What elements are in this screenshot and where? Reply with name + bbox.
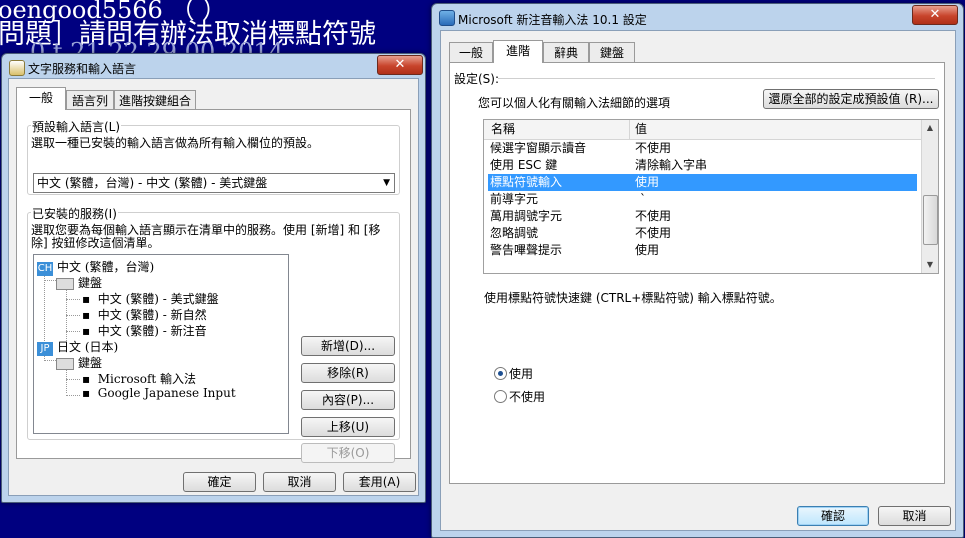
advanced-tab-pane: 設定(S): 您可以個人化有關輸入法細節的選項 還原全部的設定成預設值 (R).… — [449, 62, 945, 484]
right-close-button[interactable]: ✕ — [912, 5, 958, 25]
scroll-thumb[interactable] — [923, 195, 938, 245]
ime-app-icon — [439, 10, 455, 26]
tree-item-ms-ime[interactable]: ▪ Microsoft 輸入法 — [82, 370, 196, 387]
grid-row-name: 警告嗶聲提示 — [490, 243, 563, 257]
grid-row-name: 標點符號輸入 — [490, 175, 563, 189]
tree-keyboard-chinese-label: 鍵盤 — [78, 276, 103, 290]
radio-selected-dot — [498, 371, 503, 376]
text-services-dialog: 文字服務和輸入語言 ✕ 一般 語言列 進階按鍵組合 預設輸入語言(L) 選取一種… — [1, 53, 426, 503]
settings-desc: 您可以個人化有關輸入法細節的選項 — [478, 96, 671, 110]
grid-row[interactable]: 候選字窗顯示讀音 不使用 — [484, 140, 921, 157]
radio-use[interactable] — [494, 367, 507, 380]
grid-row-value: 使用 — [635, 175, 660, 189]
grid-row-name: 前導字元 — [490, 192, 539, 206]
grid-row[interactable]: 警告嗶聲提示 使用 — [484, 242, 921, 259]
grid-row-selected[interactable]: 標點符號輸入 使用 — [488, 174, 917, 191]
tree-item-new-phonetic[interactable]: ▪ 中文 (繁體) - 新注音 — [82, 322, 207, 339]
reset-defaults-button[interactable]: 還原全部的設定成預設值 (R)... — [763, 89, 939, 109]
installed-services-tree[interactable]: CH 中文 (繁體，台灣) 鍵盤 ▪ 中文 (繁體) - 美式鍵盤 ▪ 中文 (繁… — [33, 254, 289, 434]
right-client-area: 一般 進階 辭典 鍵盤 設定(S): 您可以個人化有關輸入法細節的選項 還原全部… — [440, 30, 956, 531]
right-window-title: Microsoft 新注音輸入法 10.1 設定 — [458, 13, 647, 27]
default-language-value: 中文 (繁體，台灣) - 中文 (繁體) - 美式鍵盤 — [37, 176, 268, 190]
tree-lang-chinese-label: 中文 (繁體，台灣) — [57, 260, 155, 274]
cancel-button[interactable]: 取消 — [263, 472, 336, 492]
grid-row-name: 忽略調號 — [490, 226, 539, 240]
grid-header-name[interactable]: 名稱 — [491, 120, 515, 139]
lang-ch-icon: CH — [37, 262, 53, 276]
installed-services-desc-2: 除] 按鈕修改這個清單。 — [31, 236, 160, 250]
tree-keyboard-japanese[interactable]: 鍵盤 — [56, 354, 102, 371]
move-up-button[interactable]: 上移(U) — [301, 417, 395, 437]
grid-row-name: 候選字窗顯示讀音 — [490, 141, 587, 155]
settings-label: 設定(S): — [454, 72, 500, 86]
left-close-button[interactable]: ✕ — [377, 55, 423, 75]
settings-separator — [498, 78, 935, 79]
settings-grid[interactable]: 名稱 值 候選字窗顯示讀音 不使用 使用 ESC 鍵 清除輸入字串 標點符號輸入… — [483, 119, 939, 274]
tree-lang-japanese-label: 日文 (日本) — [57, 340, 119, 354]
grid-row-name: 使用 ESC 鍵 — [490, 158, 558, 172]
tree-item-us-keyboard-label: 中文 (繁體) - 美式鍵盤 — [97, 292, 219, 306]
default-language-select[interactable]: 中文 (繁體，台灣) - 中文 (繁體) - 美式鍵盤 ▼ — [33, 173, 395, 193]
tab-ime-dictionary[interactable]: 辭典 — [543, 42, 589, 62]
radio-not-use[interactable] — [494, 390, 507, 403]
keyboard-app-icon — [9, 60, 25, 76]
general-tab-pane: 預設輸入語言(L) 選取一種已安裝的輸入語言做為所有輸入欄位的預設。 中文 (繁… — [16, 109, 411, 463]
default-language-desc: 選取一種已安裝的輸入語言做為所有輸入欄位的預設。 — [31, 136, 320, 150]
tree-item-ms-ime-label: Microsoft 輸入法 — [97, 372, 197, 386]
grid-scrollbar[interactable]: ▲ ▼ — [921, 120, 938, 273]
left-titlebar[interactable]: 文字服務和輸入語言 ✕ — [2, 54, 425, 80]
tab-ime-advanced[interactable]: 進階 — [493, 40, 543, 63]
grid-row[interactable]: 萬用調號字元 不使用 — [484, 208, 921, 225]
add-button[interactable]: 新增(D)... — [301, 336, 395, 356]
chevron-down-icon: ▼ — [383, 178, 390, 188]
installed-services-label: 已安裝的服務(I) — [31, 205, 118, 222]
tab-general[interactable]: 一般 — [16, 87, 66, 110]
tree-item-google-ime[interactable]: ▪ Google Japanese Input — [82, 386, 236, 400]
option-description: 使用標點符號快速鍵 (CTRL+標點符號) 輸入標點符號。 — [484, 291, 782, 305]
keyboard-icon — [56, 277, 74, 290]
grid-row-value: ` — [640, 192, 646, 206]
remove-button[interactable]: 移除(R) — [301, 363, 395, 383]
tree-keyboard-chinese[interactable]: 鍵盤 — [56, 274, 102, 291]
left-window-title: 文字服務和輸入語言 — [28, 62, 137, 76]
grid-row-value: 不使用 — [635, 141, 672, 155]
grid-header: 名稱 值 — [484, 120, 921, 140]
ime-settings-dialog: Microsoft 新注音輸入法 10.1 設定 ✕ 一般 進階 辭典 鍵盤 設… — [431, 3, 964, 538]
grid-row-value: 清除輸入字串 — [635, 158, 708, 172]
left-client-area: 一般 語言列 進階按鍵組合 預設輸入語言(L) 選取一種已安裝的輸入語言做為所有… — [8, 78, 419, 496]
tree-item-google-ime-label: Google Japanese Input — [97, 386, 236, 400]
confirm-button[interactable]: 確認 — [797, 506, 869, 526]
scroll-up-arrow-icon[interactable]: ▲ — [922, 120, 938, 136]
grid-row-value: 不使用 — [635, 226, 672, 240]
lang-jp-icon: JP — [37, 342, 53, 356]
tab-ime-keyboard[interactable]: 鍵盤 — [589, 42, 635, 62]
tree-item-new-phonetic-label: 中文 (繁體) - 新注音 — [97, 324, 207, 338]
radio-use-label[interactable]: 使用 — [509, 365, 533, 382]
right-titlebar[interactable]: Microsoft 新注音輸入法 10.1 設定 ✕ — [432, 4, 963, 30]
default-language-label: 預設輸入語言(L) — [31, 118, 122, 135]
grid-row[interactable]: 忽略調號 不使用 — [484, 225, 921, 242]
grid-row-value: 使用 — [635, 243, 660, 257]
tree-item-new-natural[interactable]: ▪ 中文 (繁體) - 新自然 — [82, 306, 207, 323]
tab-language-bar[interactable]: 語言列 — [66, 90, 114, 110]
grid-row[interactable]: 前導字元 ` — [484, 191, 921, 208]
move-down-button[interactable]: 下移(O) — [301, 443, 395, 463]
tree-item-new-natural-label: 中文 (繁體) - 新自然 — [97, 308, 207, 322]
ime-cancel-button[interactable]: 取消 — [878, 506, 951, 526]
tree-keyboard-japanese-label: 鍵盤 — [78, 356, 103, 370]
tab-advanced-keys[interactable]: 進階按鍵組合 — [114, 90, 196, 110]
grid-row[interactable]: 使用 ESC 鍵 清除輸入字串 — [484, 157, 921, 174]
scroll-down-arrow-icon[interactable]: ▼ — [922, 257, 938, 273]
grid-row-name: 萬用調號字元 — [490, 209, 563, 223]
properties-button[interactable]: 內容(P)... — [301, 390, 395, 410]
tab-ime-general[interactable]: 一般 — [449, 42, 493, 62]
ok-button[interactable]: 確定 — [183, 472, 256, 492]
grid-row-value: 不使用 — [635, 209, 672, 223]
apply-button[interactable]: 套用(A) — [343, 472, 416, 492]
grid-header-value[interactable]: 值 — [635, 120, 647, 139]
keyboard-icon — [56, 357, 74, 370]
radio-not-use-label[interactable]: 不使用 — [509, 388, 545, 405]
tree-item-us-keyboard[interactable]: ▪ 中文 (繁體) - 美式鍵盤 — [82, 290, 219, 307]
